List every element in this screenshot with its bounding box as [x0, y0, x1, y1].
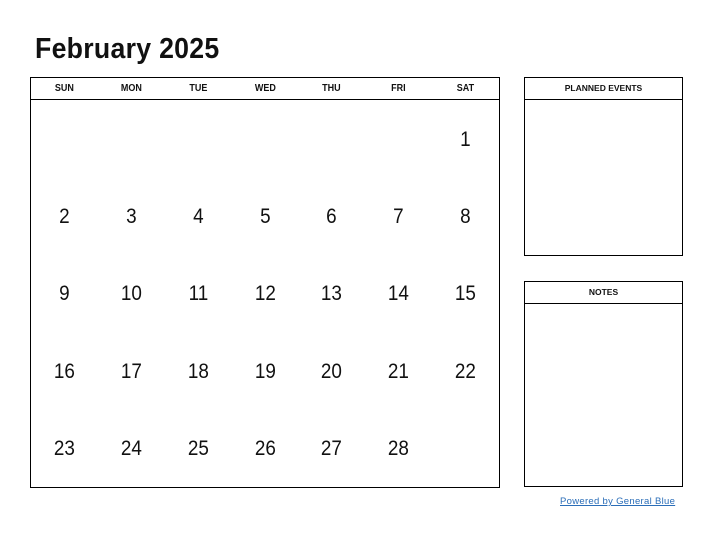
- notes-heading: NOTES: [525, 282, 682, 304]
- day-cell: 5: [259, 205, 271, 229]
- weekday-header: SUN MON TUE WED THU FRI SAT: [31, 78, 499, 100]
- empty-day-cell: [34, 100, 94, 177]
- day-cell: 7: [393, 205, 404, 229]
- weekday-wed: WED: [254, 83, 276, 94]
- day-cell: 13: [321, 282, 343, 306]
- day-cell: 16: [53, 359, 75, 383]
- day-cell: 4: [192, 205, 204, 229]
- day-cell: 28: [388, 437, 410, 461]
- day-cell: 27: [321, 437, 343, 461]
- day-cell: 10: [120, 282, 142, 306]
- empty-day-cell: [435, 410, 495, 487]
- day-cell: 12: [254, 282, 276, 306]
- day-cell: 2: [59, 205, 70, 229]
- notes-box: NOTES: [524, 281, 683, 487]
- weekday-tue: TUE: [189, 83, 208, 94]
- calendar-grid: SUN MON TUE WED THU FRI SAT 1 2 3 4 5 6 7 8 9 10 1…: [30, 77, 500, 488]
- empty-day-cell: [235, 100, 295, 177]
- empty-day-cell: [302, 100, 362, 177]
- empty-day-cell: [168, 100, 228, 177]
- day-grid: 1 2 3 4 5 6 7 8 9 10 11 12 13 14 15 16 17 18 19 20 21 22 23 24 2…: [31, 100, 499, 487]
- day-cell: 23: [53, 437, 75, 461]
- weekday-thu: THU: [322, 83, 342, 94]
- weekday-mon: MON: [120, 83, 142, 94]
- day-cell: 24: [120, 437, 142, 461]
- planned-events-heading: PLANNED EVENTS: [525, 78, 682, 100]
- planned-events-box: PLANNED EVENTS: [524, 77, 683, 256]
- day-cell: 22: [455, 359, 477, 383]
- empty-day-cell: [369, 100, 429, 177]
- day-cell: 14: [388, 282, 410, 306]
- weekday-sat: SAT: [456, 83, 475, 94]
- day-cell: 15: [455, 282, 477, 306]
- empty-day-cell: [101, 100, 161, 177]
- day-cell: 25: [187, 437, 209, 461]
- day-cell: 18: [187, 359, 209, 383]
- day-cell: 20: [321, 359, 343, 383]
- day-cell: 21: [388, 359, 410, 383]
- day-cell: 17: [120, 359, 142, 383]
- page-title: February 2025: [35, 33, 220, 65]
- day-cell: 3: [126, 205, 137, 229]
- day-cell: 1: [460, 127, 471, 151]
- powered-by-link[interactable]: Powered by General Blue: [560, 496, 675, 507]
- day-cell: 26: [254, 437, 276, 461]
- day-cell: 11: [188, 282, 208, 306]
- day-cell: 6: [326, 205, 338, 229]
- weekday-fri: FRI: [391, 83, 406, 94]
- day-cell: 8: [460, 205, 471, 229]
- day-cell: 19: [254, 359, 276, 383]
- weekday-sun: SUN: [54, 83, 74, 94]
- day-cell: 9: [59, 282, 70, 306]
